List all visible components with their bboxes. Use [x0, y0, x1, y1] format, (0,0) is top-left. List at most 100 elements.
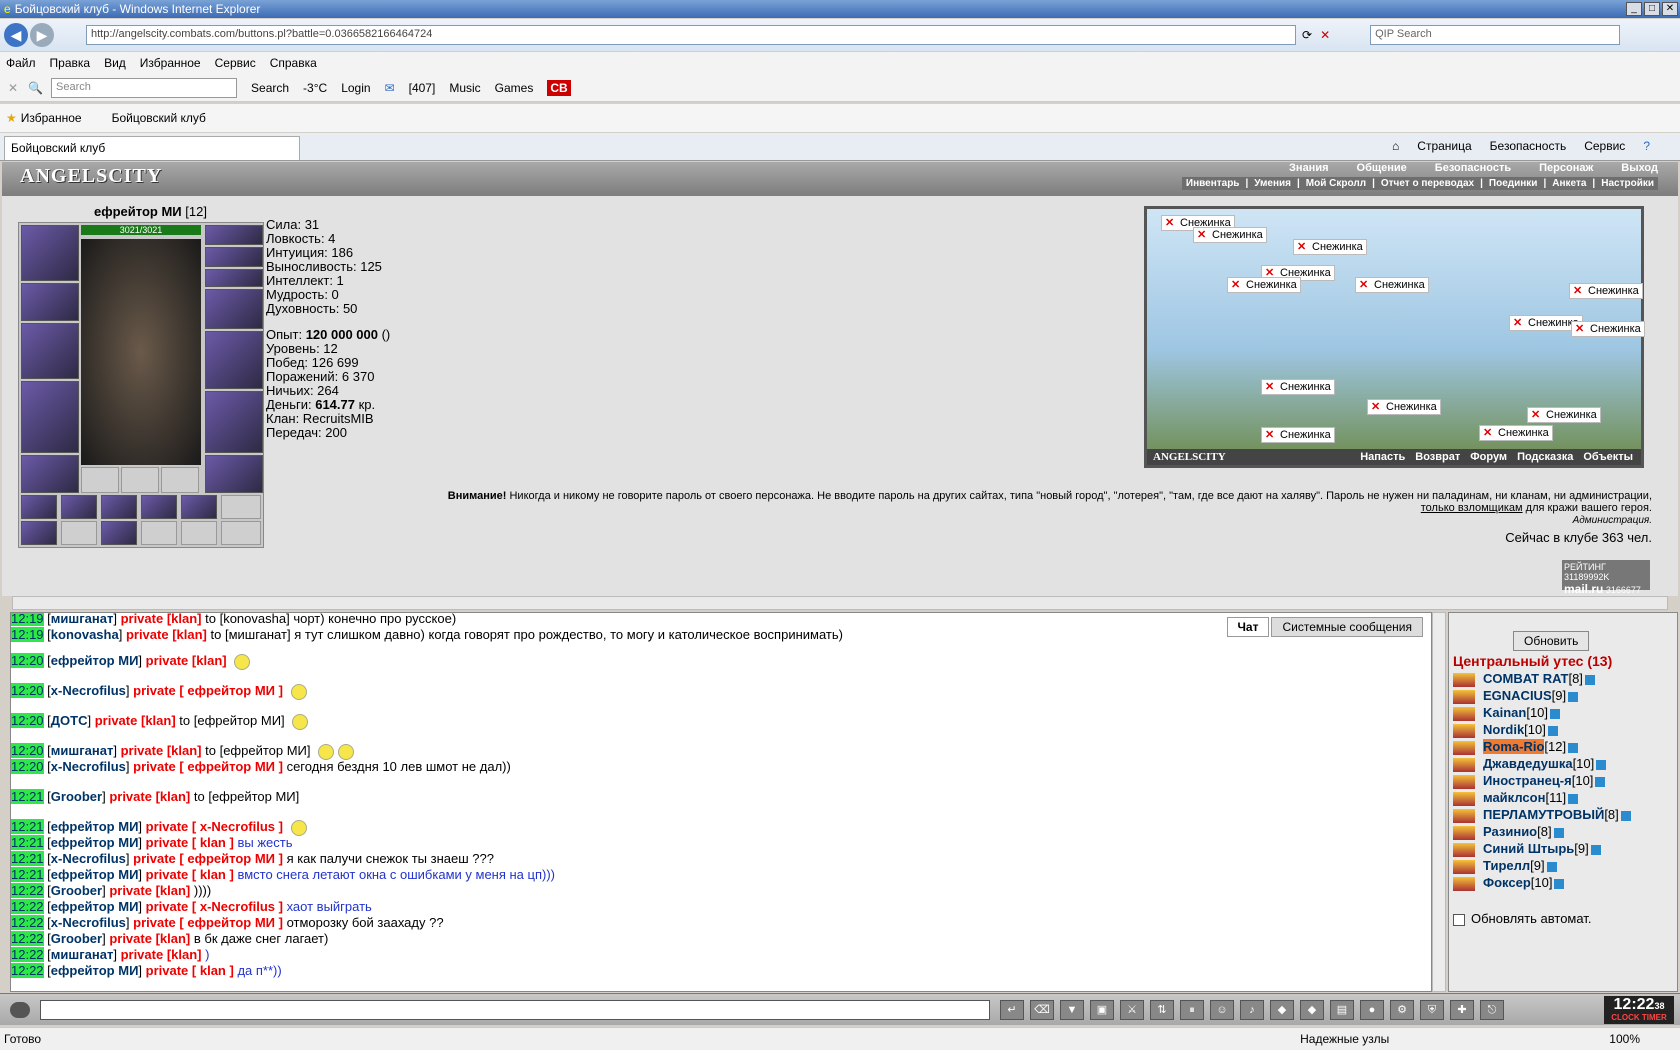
send-icon[interactable]: ↵	[1000, 1000, 1024, 1020]
message-recipient[interactable]: [klan]	[141, 713, 176, 728]
rating-counter[interactable]: РЕЙТИНГ 31189992K mail.ru 3166677 14014	[1562, 560, 1650, 606]
message-time[interactable]: 12:22	[11, 899, 44, 914]
toolbar-search-input[interactable]: Search	[51, 77, 238, 98]
message-time[interactable]: 12:21	[11, 867, 44, 882]
info-icon[interactable]	[1568, 793, 1579, 804]
message-sender[interactable]: мишганат	[51, 613, 114, 626]
menu-file[interactable]: Файл	[6, 56, 36, 70]
chat-input[interactable]	[40, 1000, 990, 1020]
message-time[interactable]: 12:20	[11, 653, 44, 668]
message-sender[interactable]: x-Necrofilus	[51, 915, 126, 930]
user-name[interactable]: Иностранец-я	[1483, 773, 1572, 788]
minimize-button[interactable]: _	[1626, 2, 1642, 16]
fight-icon[interactable]: ⚔	[1120, 1000, 1144, 1020]
nav-security[interactable]: Безопасность	[1435, 162, 1511, 174]
map-attack[interactable]: Напасть	[1360, 451, 1405, 463]
item-slot[interactable]	[141, 495, 177, 519]
char-name-text[interactable]: ефрейтор МИ	[94, 204, 182, 219]
stop-icon[interactable]: ✕	[1320, 28, 1330, 42]
snowflake-image[interactable]: Снежинка	[1261, 379, 1335, 395]
message-recipient[interactable]: [klan]	[167, 743, 202, 758]
armor-slot[interactable]	[21, 381, 79, 453]
music-button[interactable]: Music	[449, 81, 480, 95]
message-recipient[interactable]: [klan]	[156, 883, 191, 898]
home-icon[interactable]: ⌂	[1392, 139, 1399, 153]
info-icon[interactable]	[1584, 674, 1595, 685]
pause-icon[interactable]: ⏸	[1180, 1000, 1204, 1020]
auto-refresh-checkbox[interactable]	[1453, 913, 1465, 926]
message-recipient[interactable]: [ ефрейтор МИ ]	[179, 683, 283, 698]
cb-icon[interactable]: CB	[547, 79, 571, 96]
message-recipient[interactable]: [klan]	[192, 653, 227, 668]
potion-icon[interactable]: ●	[1360, 1000, 1384, 1020]
close-toolbar-icon[interactable]: ✕	[8, 81, 18, 95]
message-recipient[interactable]: [ ефрейтор МИ ]	[179, 759, 283, 774]
toolbar-search-button[interactable]: Search	[251, 81, 289, 95]
info-icon[interactable]	[1596, 759, 1607, 770]
message-sender[interactable]: ДОТС	[51, 713, 88, 728]
tools-menu[interactable]: Сервис	[1584, 139, 1625, 153]
empty-slot[interactable]	[81, 467, 119, 493]
user-name[interactable]: ПЕРЛАМУТРОВЫЙ	[1483, 807, 1604, 822]
message-recipient[interactable]: [klan]	[156, 931, 191, 946]
message-recipient[interactable]: [ ефрейтор МИ ]	[179, 915, 283, 930]
private-arrow-icon[interactable]	[1453, 740, 1475, 755]
character-avatar[interactable]	[81, 239, 201, 465]
nav-inventory[interactable]: Инвентарь	[1186, 178, 1240, 189]
page-menu[interactable]: Страница	[1417, 139, 1471, 153]
location-map[interactable]: Снежинка Снежинка Снежинка Снежинка Снеж…	[1144, 206, 1645, 468]
private-arrow-icon[interactable]	[1453, 808, 1475, 823]
empty-slot[interactable]	[141, 521, 177, 545]
message-recipient[interactable]: [ x-Necrofilus ]	[192, 819, 283, 834]
user-name[interactable]: Тирелл	[1483, 858, 1530, 873]
message-time[interactable]: 12:19	[11, 627, 44, 642]
empty-slot[interactable]	[61, 521, 97, 545]
message-sender[interactable]: ефрейтор МИ	[51, 963, 139, 978]
room-user[interactable]: COMBAT RAT[8]	[1453, 671, 1595, 687]
private-arrow-icon[interactable]	[1453, 689, 1475, 704]
scroll-icon[interactable]: ⇅	[1150, 1000, 1174, 1020]
message-sender[interactable]: ефрейтор МИ	[51, 899, 139, 914]
snowflake-image[interactable]: Снежинка	[1293, 239, 1367, 255]
message-sender[interactable]: ефрейтор МИ	[51, 867, 139, 882]
mail-count[interactable]: [407]	[409, 81, 436, 95]
user-name[interactable]: Nordik	[1483, 722, 1524, 737]
menu-favorites[interactable]: Избранное	[140, 56, 201, 70]
message-recipient[interactable]: [klan]	[167, 613, 202, 626]
message-sender[interactable]: ефрейтор МИ	[51, 653, 139, 668]
tab-chat[interactable]: Чат	[1226, 617, 1270, 637]
map-hint[interactable]: Подсказка	[1517, 451, 1573, 463]
weapon-right-slot[interactable]	[205, 331, 263, 389]
message-recipient[interactable]: [klan]	[172, 627, 207, 642]
rings-slot[interactable]	[205, 269, 263, 287]
info-icon[interactable]	[1547, 725, 1558, 736]
safety-menu[interactable]: Безопасность	[1490, 139, 1567, 153]
message-sender[interactable]: мишганат	[51, 743, 114, 758]
info-icon[interactable]	[1554, 878, 1565, 889]
shield-icon[interactable]: ⛨	[1420, 1000, 1444, 1020]
earring-slot[interactable]	[205, 225, 263, 245]
map-return[interactable]: Возврат	[1415, 451, 1460, 463]
room-user[interactable]: майклсон[11]	[1453, 790, 1579, 806]
menu-edit[interactable]: Правка	[50, 56, 91, 70]
info-icon[interactable]	[1550, 708, 1561, 719]
snowflake-image[interactable]: Снежинка	[1527, 407, 1601, 423]
message-time[interactable]: 12:20	[11, 759, 44, 774]
message-time[interactable]: 12:22	[11, 883, 44, 898]
empty-slot[interactable]	[161, 467, 199, 493]
user-name[interactable]: COMBAT RAT	[1483, 671, 1568, 686]
private-arrow-icon[interactable]	[1453, 825, 1475, 840]
message-sender[interactable]: x-Necrofilus	[51, 851, 126, 866]
room-user[interactable]: Тирелл[9]	[1453, 858, 1557, 874]
nav-scroll[interactable]: Мой Скролл	[1306, 178, 1366, 189]
horizontal-scrollbar[interactable]	[12, 596, 1668, 610]
message-sender[interactable]: x-Necrofilus	[51, 759, 126, 774]
boots-slot[interactable]	[205, 455, 263, 493]
message-time[interactable]: 12:21	[11, 789, 44, 804]
snowflake-image[interactable]: Снежинка	[1479, 425, 1553, 441]
favorite-link-fightclub[interactable]: Бойцовский клуб	[112, 111, 206, 125]
forward-button[interactable]: ▶	[30, 23, 54, 47]
private-arrow-icon[interactable]	[1453, 757, 1475, 772]
map-objects[interactable]: Объекты	[1583, 451, 1633, 463]
message-recipient[interactable]: [ klan ]	[192, 867, 234, 882]
